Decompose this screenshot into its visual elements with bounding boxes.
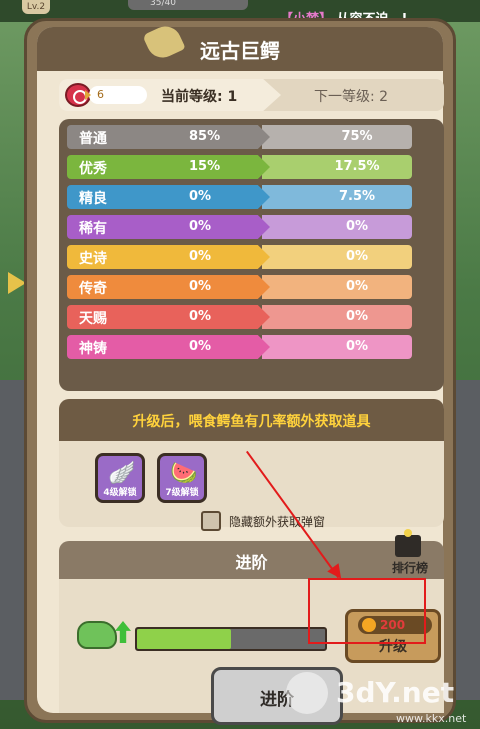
panel-title: 远古巨鳄 [200, 39, 280, 63]
rate-row: 普通 85% 75% [67, 125, 412, 149]
annotation-highlight-box [308, 578, 426, 644]
rate-quality-name: 传奇 [79, 281, 107, 297]
rate-row: 稀有 0% 0% [67, 215, 412, 239]
rate-current-value: 0% [189, 309, 212, 324]
rate-next-value: 7.5% [338, 189, 376, 204]
rate-row: 精良 0% 7.5% [67, 185, 412, 209]
bonus-item-slot[interactable]: 🪽 4级解锁 [95, 453, 145, 503]
level-badge: Lv.2 [22, 0, 50, 14]
rate-quality-name: 神铸 [79, 341, 107, 357]
next-level-label: 下一等级: 2 [314, 89, 389, 105]
advance-progress-fill [137, 629, 231, 649]
crocodile-icon [77, 621, 117, 649]
rate-current-value: 0% [189, 339, 212, 354]
upgrade-bonus-section: 升级后，喂食鳄鱼有几率额外获取道具 🪽 4级解锁 🍉 7级解锁 隐藏额外获取弹窗 [59, 399, 444, 531]
rate-row: 天赐 0% 0% [67, 305, 412, 329]
top-progress-text: 35/40 [150, 0, 176, 8]
rate-current-value: 85% [189, 129, 221, 144]
upgrade-arrow-icon [115, 621, 131, 643]
quality-rates-table: 普通 85% 75% 优秀 15% 17.5% 精良 0% 7.5% 稀有 0% 0% 史诗 0% 0% 传奇… [59, 119, 444, 391]
rate-current-value: 0% [189, 219, 212, 234]
rate-quality-name: 普通 [79, 131, 107, 147]
upgrade-bonus-header: 升级后，喂食鳄鱼有几率额外获取道具 [59, 399, 444, 441]
rate-quality-name: 天赐 [79, 311, 107, 327]
leaderboard-label: 排行榜 [391, 561, 428, 575]
rate-row: 优秀 15% 17.5% [67, 155, 412, 179]
token-count: 6 [89, 86, 147, 104]
upgrade-bonus-title: 升级后，喂食鳄鱼有几率额外获取道具 [132, 414, 371, 430]
watermark-url: www.kkx.net [396, 712, 467, 725]
rate-current-value: 0% [189, 279, 212, 294]
rate-current-value: 15% [189, 159, 221, 174]
bonus-item-slot[interactable]: 🍉 7级解锁 [157, 453, 207, 503]
advance-progress-bar [135, 627, 327, 651]
rate-quality-name: 稀有 [79, 221, 107, 237]
rate-next-value: 0% [345, 339, 369, 354]
rate-next-value: 75% [341, 129, 373, 144]
current-level-label: 当前等级: 1 [161, 89, 238, 105]
rate-quality-name: 优秀 [79, 161, 107, 177]
leaderboard-button[interactable]: 排行榜 [383, 529, 433, 581]
rate-row: 神铸 0% 0% [67, 335, 412, 359]
hide-popup-checkbox[interactable] [201, 511, 221, 531]
hide-popup-label: 隐藏额外获取弹窗 [229, 515, 326, 529]
item-unlock-label: 4级解锁 [103, 488, 137, 498]
level-bar: 6 当前等级: 1 下一等级: 2 [59, 79, 444, 111]
item-unlock-label: 7级解锁 [165, 488, 199, 498]
wing-icon: 🪽 [108, 461, 136, 486]
rate-quality-name: 史诗 [79, 251, 107, 267]
rate-quality-name: 精良 [79, 191, 107, 207]
rate-row: 传奇 0% 0% [67, 275, 412, 299]
rate-next-value: 0% [345, 249, 369, 264]
rate-next-value: 0% [345, 309, 369, 324]
rate-row: 史诗 0% 0% [67, 245, 412, 269]
rate-next-value: 0% [345, 219, 369, 234]
watermark-brand: 3dY.net [336, 676, 455, 709]
title-bar: 远古巨鳄 [37, 21, 443, 71]
rate-next-value: 0% [345, 279, 369, 294]
rate-current-value: 0% [189, 249, 212, 264]
rate-next-value: 17.5% [334, 159, 380, 174]
rate-current-value: 0% [189, 189, 212, 204]
top-progress-bar [128, 0, 248, 10]
watermelon-icon: 🍉 [170, 461, 198, 486]
podium-icon [395, 529, 421, 557]
